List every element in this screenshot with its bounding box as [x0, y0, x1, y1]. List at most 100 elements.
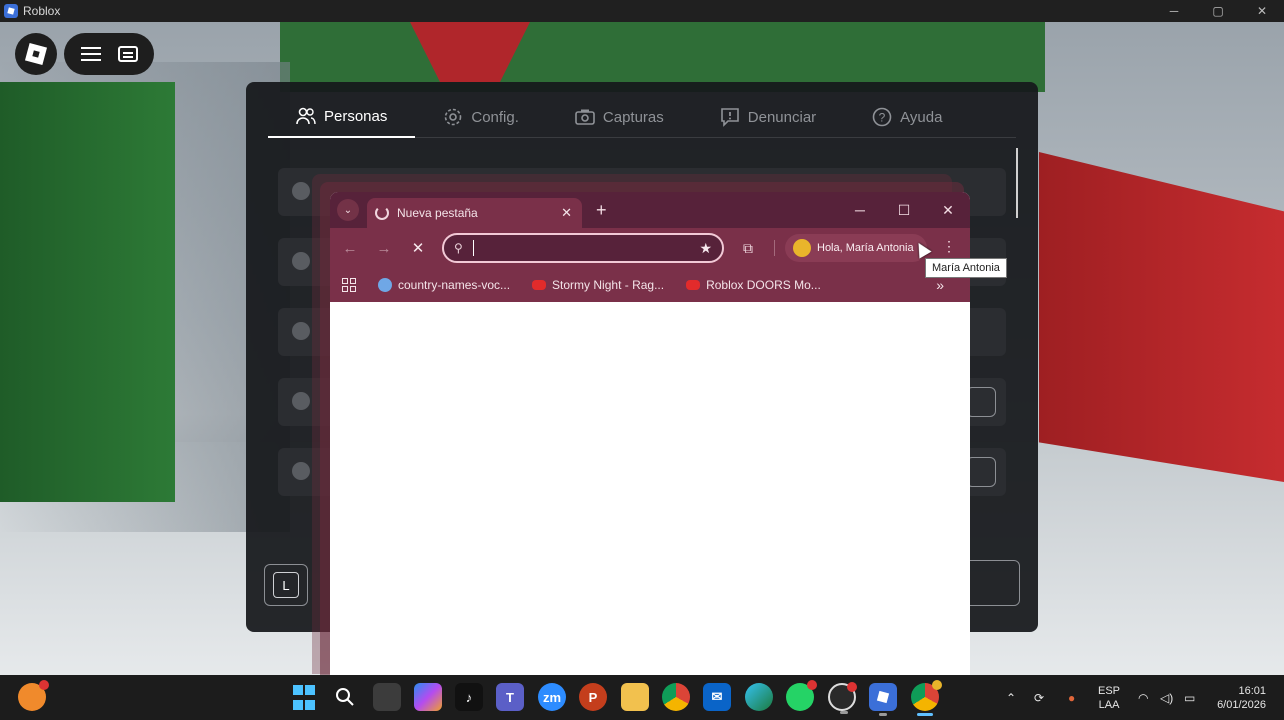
stop-loading-button[interactable]: ✕ — [404, 234, 432, 262]
bookmarks-bar: country-names-voc... Stormy Night - Rag.… — [330, 268, 970, 302]
edge-icon[interactable] — [745, 683, 773, 711]
language-indicator[interactable]: ESP LAA — [1098, 684, 1120, 712]
youtube-icon — [686, 280, 701, 290]
language-code: ESP — [1098, 685, 1121, 697]
wifi-icon[interactable]: ◠ — [1138, 675, 1148, 720]
bookmarks-overflow-button[interactable]: » — [936, 277, 944, 293]
tab-ayuda[interactable]: ? Ayuda — [844, 96, 970, 138]
chrome-icon[interactable] — [662, 683, 690, 711]
sync-icon[interactable]: ⟳ — [1034, 675, 1044, 720]
leave-key-button[interactable]: L — [264, 564, 308, 606]
tab-label: Ayuda — [900, 108, 943, 126]
help-icon: ? — [872, 107, 892, 127]
outlook-icon[interactable]: ✉ — [703, 683, 731, 711]
tab-label: Personas — [324, 107, 388, 125]
copilot-icon[interactable] — [414, 683, 442, 711]
youtube-icon — [532, 280, 547, 290]
apps-grid-icon[interactable] — [342, 278, 356, 292]
roblox-menu-tabs: Personas Config. Capturas Denunciar ? Ay… — [268, 96, 1016, 138]
roblox-menu-logo-button[interactable] — [15, 33, 57, 75]
tiktok-icon[interactable]: ♪ — [455, 683, 483, 711]
bookmark-label: Roblox DOORS Mo... — [706, 278, 821, 292]
profile-button[interactable]: Hola, María Antonia — [785, 234, 927, 262]
system-clock[interactable]: 16:01 6/01/2026 — [1217, 684, 1266, 712]
back-button[interactable]: ← — [336, 234, 364, 262]
tab-nueva-pestana[interactable]: Nueva pestaña ✕ — [367, 198, 582, 228]
bookmark-star-icon[interactable]: ★ — [699, 240, 712, 257]
bookmark-item[interactable]: Stormy Night - Rag... — [532, 278, 664, 292]
bookmark-item[interactable]: country-names-voc... — [378, 278, 510, 292]
tab-denunciar[interactable]: Denunciar — [692, 96, 844, 138]
avatar — [292, 322, 310, 340]
clock-time: 16:01 — [1238, 685, 1266, 697]
clock-date: 6/01/2026 — [1217, 699, 1266, 711]
bookmark-item[interactable]: Roblox DOORS Mo... — [686, 278, 821, 292]
tray-chevron-icon[interactable]: ⌃ — [1006, 675, 1016, 720]
search-icon: ⚲ — [454, 241, 463, 255]
tab-config[interactable]: Config. — [415, 96, 547, 138]
chrome-tabstrip: ⌄ Nueva pestaña ✕ + ─ ☐ ✕ — [330, 192, 970, 228]
microphone-icon[interactable]: ● — [1068, 675, 1075, 720]
roblox-panel-scrollbar[interactable] — [1016, 148, 1018, 218]
tab-title: Nueva pestaña — [397, 206, 478, 220]
volume-icon[interactable]: ◁) — [1160, 675, 1173, 720]
avatar — [292, 462, 310, 480]
task-view-icon[interactable] — [373, 683, 401, 711]
powerpoint-icon[interactable]: P — [579, 683, 607, 711]
new-tab-button[interactable]: + — [596, 200, 607, 221]
tab-label: Config. — [471, 108, 519, 126]
hamburger-icon[interactable] — [80, 47, 101, 61]
tab-label: Capturas — [602, 108, 664, 126]
bookmark-label: country-names-voc... — [398, 278, 511, 292]
roblox-maximize-button[interactable]: ▢ — [1196, 0, 1240, 22]
scene-green-wall-left — [0, 82, 175, 502]
people-icon — [296, 106, 316, 126]
chrome-toolbar: ← → ✕ ⚲ ★ ⧉ Hola, María Antonia ⋮ — [330, 228, 970, 268]
tab-search-chevron-icon[interactable]: ⌄ — [337, 199, 359, 221]
file-explorer-icon[interactable] — [621, 683, 649, 711]
page-content[interactable] — [330, 302, 970, 676]
report-icon — [720, 107, 740, 127]
chrome-maximize-button[interactable]: ☐ — [882, 192, 926, 228]
address-input[interactable] — [473, 240, 664, 256]
teams-icon[interactable]: T — [496, 683, 524, 711]
roblox-close-button[interactable]: ✕ — [1240, 0, 1284, 22]
svg-text:?: ? — [879, 111, 886, 125]
chrome-profile-icon[interactable] — [911, 680, 942, 716]
globe-icon — [378, 278, 392, 292]
battery-icon[interactable]: ▭ — [1184, 675, 1195, 720]
search-icon[interactable] — [331, 683, 359, 711]
whatsapp-icon[interactable] — [786, 680, 817, 711]
player-action-button[interactable] — [966, 387, 996, 417]
chat-icon[interactable] — [117, 46, 138, 62]
chatgpt-icon[interactable] — [828, 682, 857, 714]
scene-red-wall-right — [1039, 152, 1284, 482]
zoom-icon[interactable]: zm — [538, 683, 566, 711]
roblox-taskbar-icon[interactable] — [869, 683, 897, 716]
roblox-window-title: Roblox — [23, 4, 61, 18]
profile-greeting: Hola, María Antonia — [817, 242, 914, 254]
roblox-hud-pill — [64, 33, 154, 75]
tab-capturas[interactable]: Capturas — [547, 96, 692, 138]
bookmark-label: Stormy Night - Rag... — [552, 278, 665, 292]
roblox-minimize-button[interactable]: ─ — [1152, 0, 1196, 22]
keycap-l: L — [273, 572, 299, 598]
tab-personas[interactable]: Personas — [268, 96, 416, 138]
forward-button[interactable]: → — [370, 234, 398, 262]
loading-spinner-icon — [375, 206, 389, 220]
start-button[interactable] — [290, 683, 318, 711]
tab-close-icon[interactable]: ✕ — [561, 205, 572, 221]
chrome-menu-kebab-icon[interactable]: ⋮ — [942, 238, 956, 255]
tab-label: Denunciar — [747, 108, 817, 126]
address-bar[interactable]: ⚲ ★ — [442, 233, 724, 263]
chrome-minimize-button[interactable]: ─ — [838, 192, 882, 228]
widgets-icon[interactable] — [18, 680, 49, 711]
player-action-button[interactable] — [966, 457, 996, 487]
avatar — [292, 252, 310, 270]
chrome-close-button[interactable]: ✕ — [926, 192, 970, 228]
extensions-icon[interactable]: ⧉ — [738, 238, 758, 258]
roblox-titlebar: Roblox ─ ▢ ✕ — [0, 0, 1284, 22]
windows-taskbar: ♪ T zm P ✉ ⌃ ⟳ ● ESP LAA ◠ ◁) ▭ 16:01 6/… — [0, 675, 1284, 720]
profile-tooltip: María Antonia — [925, 258, 1007, 278]
avatar — [292, 182, 310, 200]
